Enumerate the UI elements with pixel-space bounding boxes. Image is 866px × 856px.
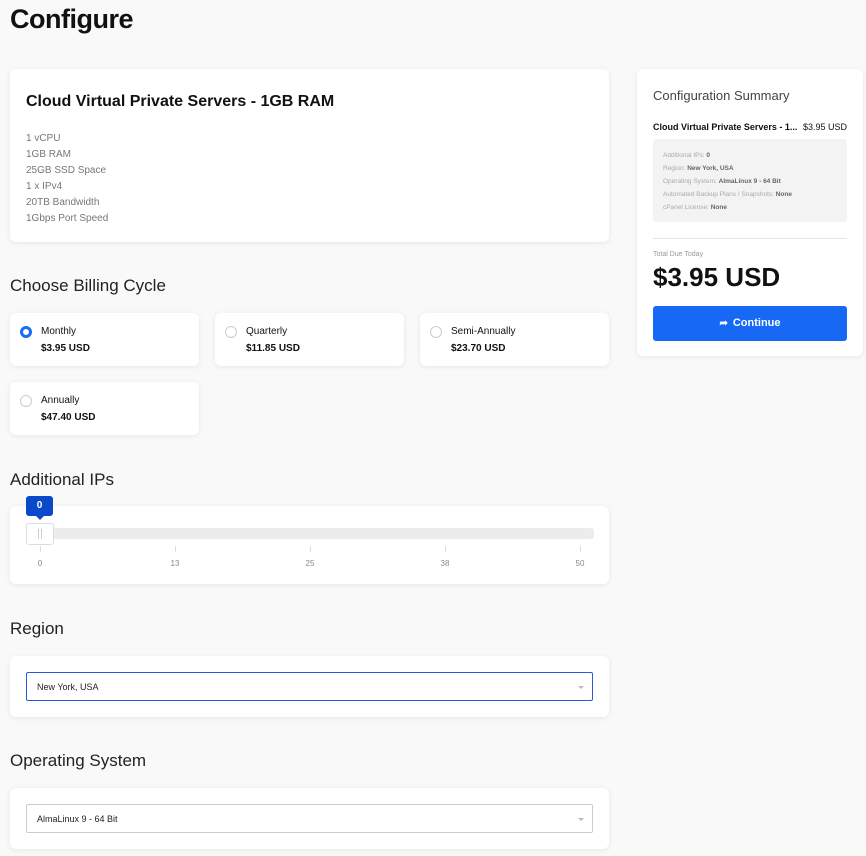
- region-title: Region: [10, 619, 64, 638]
- summary-detail-line: Automated Backup Plans / Snapshots: None: [663, 191, 792, 198]
- product-card: Cloud Virtual Private Servers - 1GB RAM …: [10, 69, 609, 242]
- summary-detail-line: Region: New York, USA: [663, 165, 734, 172]
- share-arrow-icon: ➦: [719, 318, 728, 329]
- billing-option-price: $47.40 USD: [41, 412, 96, 423]
- summary-product-price: $3.95 USD: [802, 122, 847, 132]
- summary-product-name: Cloud Virtual Private Servers - 1...: [653, 122, 798, 132]
- summary-title: Configuration Summary: [653, 88, 790, 103]
- billing-option-name: Annually: [41, 395, 80, 406]
- summary-detail-line: Additional IPs: 0: [663, 152, 710, 159]
- billing-option-name: Monthly: [41, 326, 77, 337]
- continue-button[interactable]: ➦ Continue: [653, 306, 847, 341]
- billing-option-price: $23.70 USD: [451, 343, 506, 354]
- tick-mark: [175, 546, 176, 552]
- billing-option-price: $3.95 USD: [41, 343, 90, 354]
- spec-item: 1Gbps Port Speed: [26, 213, 109, 224]
- region-select-value: New York, USA: [37, 682, 99, 692]
- total-due-amount: $3.95 USD: [653, 262, 781, 292]
- tick-label: 25: [305, 559, 315, 568]
- product-name: Cloud Virtual Private Servers - 1GB RAM: [26, 93, 335, 110]
- caret-down-icon: [578, 686, 584, 689]
- tick-mark: [40, 546, 41, 552]
- tick-mark: [445, 546, 446, 552]
- spec-item: 1GB RAM: [26, 149, 72, 160]
- tick-label: 0: [37, 559, 43, 568]
- slider-value-bubble: 0: [26, 496, 53, 520]
- summary-card: Configuration Summary Cloud Virtual Priv…: [637, 69, 863, 356]
- os-title: Operating System: [10, 751, 147, 770]
- caret-down-icon: [578, 818, 584, 821]
- region-select[interactable]: New York, USA: [26, 672, 593, 701]
- billing-option-quarterly[interactable]: Quarterly $11.85 USD: [215, 313, 404, 366]
- tick-label: 13: [170, 559, 180, 568]
- tick-mark: [580, 546, 581, 552]
- tick-mark: [310, 546, 311, 552]
- billing-option-price: $11.85 USD: [246, 343, 300, 354]
- tick-label: 50: [575, 559, 585, 568]
- summary-details: Additional IPs: 0 Region: New York, USA …: [653, 139, 847, 222]
- summary-detail-line: Operating System: AlmaLinux 9 - 64 Bit: [663, 178, 781, 185]
- additional-ips-title: Additional IPs: [10, 470, 114, 489]
- spec-item: 20TB Bandwidth: [26, 197, 100, 208]
- slider-handle[interactable]: [26, 523, 54, 545]
- spec-item: 1 vCPU: [26, 133, 61, 144]
- radio-unchecked[interactable]: [20, 395, 32, 407]
- billing-option-name: Semi-Annually: [451, 326, 516, 337]
- page-title: Configure: [10, 4, 134, 34]
- os-select-value: AlmaLinux 9 - 64 Bit: [37, 814, 118, 824]
- radio-unchecked[interactable]: [430, 326, 442, 338]
- slider-track[interactable]: [26, 528, 594, 539]
- spec-item: 25GB SSD Space: [26, 165, 107, 176]
- billing-option-annually[interactable]: Annually $47.40 USD: [10, 382, 199, 435]
- radio-checked[interactable]: [20, 326, 32, 338]
- billing-section-title: Choose Billing Cycle: [10, 276, 166, 295]
- total-due-label: Total Due Today: [653, 251, 704, 258]
- tick-label: 38: [440, 559, 450, 568]
- radio-unchecked[interactable]: [225, 326, 237, 338]
- summary-detail-line: cPanel License: None: [663, 204, 727, 211]
- billing-option-name: Quarterly: [246, 326, 288, 337]
- summary-divider: [653, 238, 847, 239]
- billing-option-monthly[interactable]: Monthly $3.95 USD: [10, 313, 199, 366]
- region-card: New York, USA: [10, 656, 609, 717]
- additional-ips-slider-card: 0 13 25 38 50: [10, 506, 609, 584]
- continue-label: Continue: [732, 317, 781, 329]
- spec-item: 1 x IPv4: [26, 181, 63, 192]
- os-card: AlmaLinux 9 - 64 Bit: [10, 788, 609, 849]
- os-select[interactable]: AlmaLinux 9 - 64 Bit: [26, 804, 593, 833]
- billing-option-semi-annually[interactable]: Semi-Annually $23.70 USD: [420, 313, 609, 366]
